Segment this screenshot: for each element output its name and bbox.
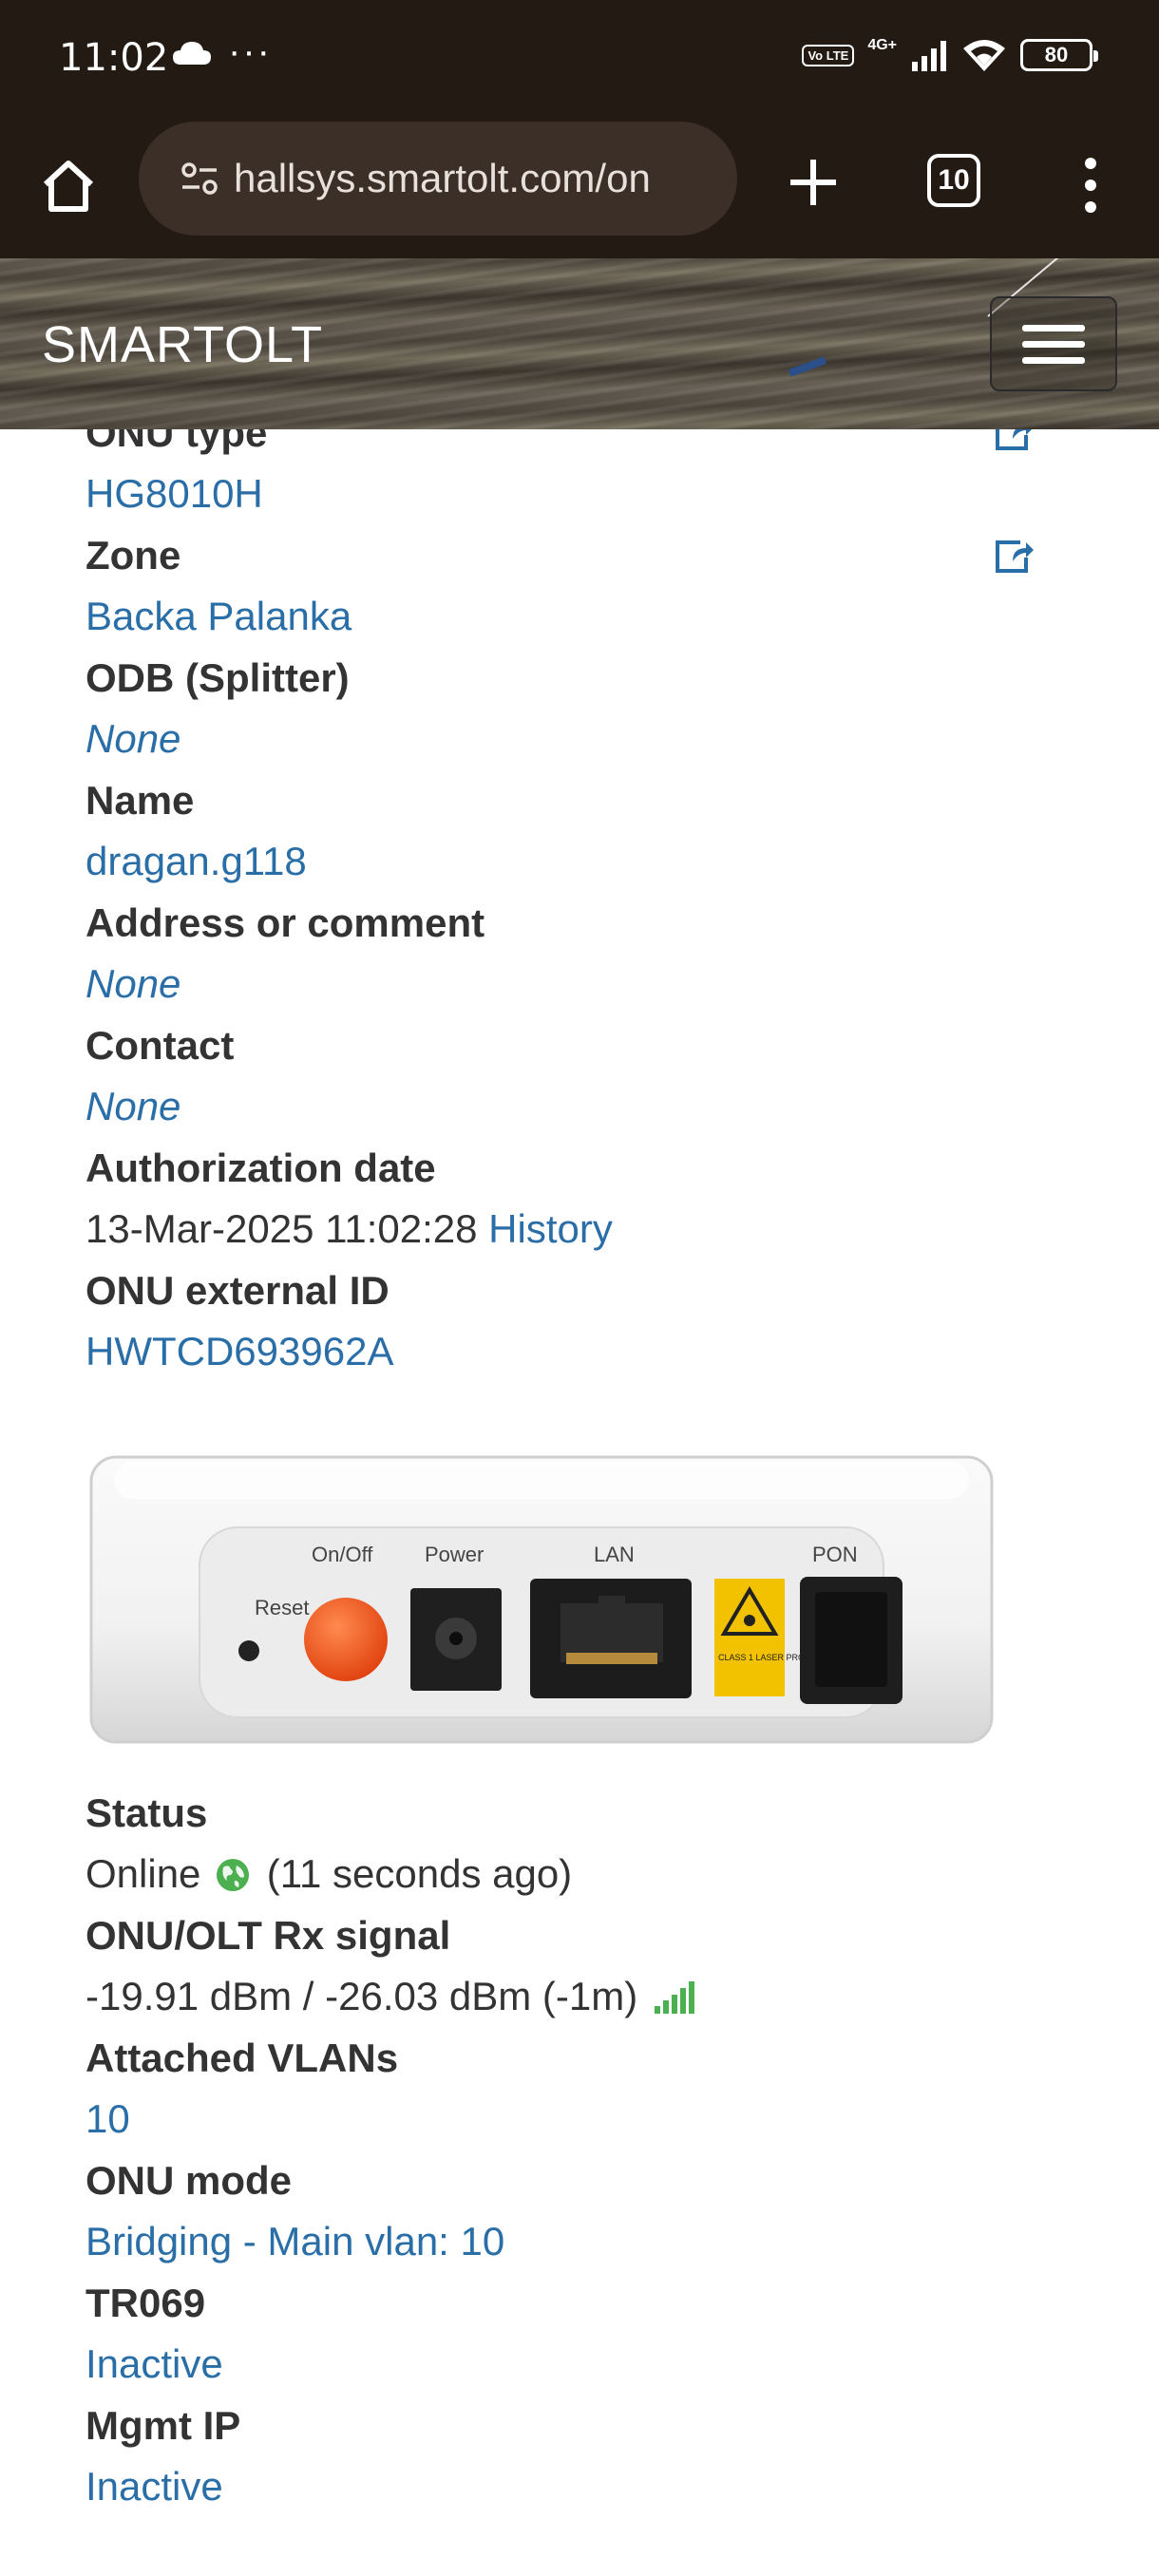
lan-label: LAN (594, 1543, 635, 1566)
browser-toolbar: hallsys.smartolt.com/on 10 (0, 116, 1159, 258)
external-id-link[interactable]: HWTCD693962A (86, 1321, 1092, 1383)
field-status: Status Online (11 seconds ago) (86, 1783, 1092, 1905)
onu-details: ONU type HG8010H Zone Backa Palanka ODB … (0, 429, 1159, 2576)
field-label: ONU type (86, 429, 268, 455)
network-type: 4G+ (867, 37, 897, 53)
globe-online-icon (217, 1859, 250, 1891)
field-label: ONU mode (86, 2158, 293, 2203)
history-link[interactable]: History (488, 1206, 613, 1251)
field-label: ODB (Splitter) (86, 655, 350, 700)
field-attached-vlans: Attached VLANs 10 (86, 2028, 1092, 2150)
signal-strength-icon (912, 41, 946, 71)
status-value: Online (11 seconds ago) (86, 1844, 1092, 1905)
authorization-value: 13-Mar-2025 11:02:28 History (86, 1199, 1092, 1260)
new-tab-icon[interactable] (779, 148, 847, 217)
zone-link[interactable]: Backa Palanka (86, 586, 1092, 648)
field-label: ONU external ID (86, 1268, 390, 1313)
tr069-link[interactable]: Inactive (86, 2334, 1092, 2396)
more-notifications-icon: ··· (228, 30, 272, 72)
tab-switcher-button[interactable]: 10 (927, 154, 980, 207)
field-authorization-date: Authorization date 13-Mar-2025 11:02:28 … (86, 1138, 1092, 1260)
field-mgmt-ip: Mgmt IP Inactive (86, 2396, 1092, 2518)
background-streak (788, 356, 827, 377)
field-label: Contact (86, 1023, 235, 1068)
odb-splitter-link[interactable]: None (86, 709, 1092, 770)
browser-menu-icon[interactable] (1074, 152, 1108, 218)
status-time: 11:02 (59, 36, 169, 80)
field-label: Attached VLANs (86, 2036, 399, 2080)
field-tr069: TR069 Inactive (86, 2273, 1092, 2396)
volte-icon: Vo LTE (802, 44, 855, 66)
field-onu-mode: ONU mode Bridging - Main vlan: 10 (86, 2150, 1092, 2273)
battery-level: 80 (1044, 43, 1069, 66)
cloud-icon (173, 42, 211, 65)
battery-icon: 80 (1020, 39, 1098, 71)
field-label: ONU/OLT Rx signal (86, 1913, 451, 1958)
nav-toggle-button[interactable] (990, 296, 1117, 391)
address-link[interactable]: None (86, 954, 1092, 1015)
field-zone: Zone Backa Palanka (86, 525, 1092, 648)
field-label: Name (86, 778, 195, 823)
edit-share-icon[interactable] (992, 537, 1036, 575)
field-name: Name dragan.g118 (86, 770, 1092, 893)
attached-vlans-link[interactable]: 10 (86, 2089, 1092, 2150)
site-settings-icon[interactable] (180, 160, 218, 198)
status-text: Online (86, 1851, 201, 1896)
field-address: Address or comment None (86, 893, 1092, 1015)
address-bar[interactable]: hallsys.smartolt.com/on (139, 122, 737, 236)
field-odb-splitter: ODB (Splitter) None (86, 648, 1092, 770)
signal-bars-icon (654, 1981, 694, 2014)
status-icons: Vo LTE 4G+ 80 (802, 34, 1098, 76)
onu-device-image: Reset On/Off Power LAN CLASS 1 LASER PRO… (89, 1455, 994, 1744)
power-label: Power (425, 1543, 484, 1566)
status-time-ago: (11 seconds ago) (266, 1851, 573, 1896)
field-external-id: ONU external ID HWTCD693962A (86, 1260, 1092, 1383)
field-label: Address or comment (86, 900, 485, 945)
site-navbar: SMARTOLT (0, 258, 1159, 429)
field-contact: Contact None (86, 1015, 1092, 1138)
pon-label: PON (812, 1543, 858, 1566)
field-label: Zone (86, 533, 181, 578)
status-bar: 11:02 ··· Vo LTE 4G+ 80 (0, 0, 1159, 116)
field-rx-signal: ONU/OLT Rx signal -19.91 dBm / -26.03 dB… (86, 1905, 1092, 2028)
onu-type-link[interactable]: HG8010H (86, 464, 1092, 525)
edit-share-icon[interactable] (992, 429, 1036, 452)
site-logo[interactable]: SMARTOLT (42, 315, 323, 374)
field-label: Authorization date (86, 1146, 436, 1190)
field-label: TR069 (86, 2281, 206, 2325)
contact-link[interactable]: None (86, 1076, 1092, 1138)
url-text[interactable]: hallsys.smartolt.com/on (234, 156, 651, 201)
wifi-icon (963, 40, 1005, 71)
mgmt-ip-link[interactable]: Inactive (86, 2456, 1092, 2518)
field-label: Status (86, 1790, 208, 1835)
reset-label: Reset (255, 1596, 309, 1619)
name-link[interactable]: dragan.g118 (86, 831, 1092, 893)
field-label: Mgmt IP (86, 2403, 241, 2448)
onoff-label: On/Off (312, 1543, 373, 1566)
onu-mode-link[interactable]: Bridging - Main vlan: 10 (86, 2211, 1092, 2273)
tab-count: 10 (938, 164, 970, 196)
home-icon[interactable] (34, 152, 103, 220)
authorization-date: 13-Mar-2025 11:02:28 (86, 1206, 478, 1251)
rx-signal-text: -19.91 dBm / -26.03 dBm (-1m) (86, 1974, 638, 2018)
field-onu-type: ONU type HG8010H (86, 429, 1092, 525)
rx-signal-value: -19.91 dBm / -26.03 dBm (-1m) (86, 1966, 1092, 2028)
